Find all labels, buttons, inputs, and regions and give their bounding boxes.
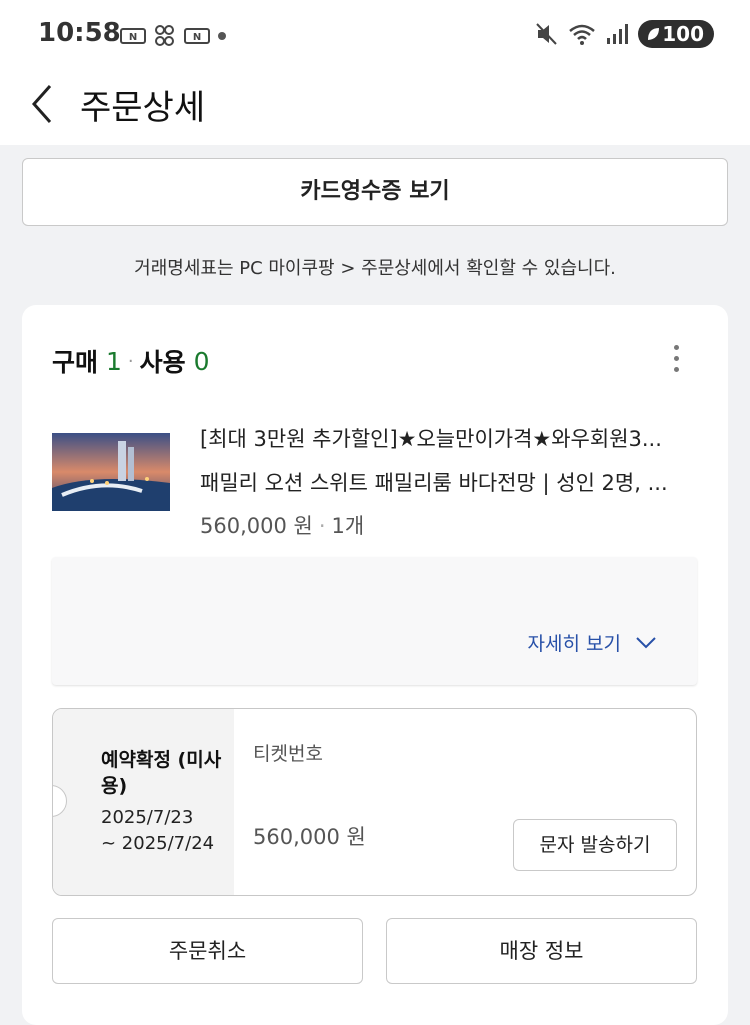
battery-icon: 100	[638, 20, 714, 48]
order-card: 구매 1 · 사용 0 [최대 3만원 추가할인]★오늘만이가격★와우회원3..…	[22, 305, 728, 1025]
status-right: 100	[536, 20, 714, 48]
leaf-icon	[648, 28, 660, 40]
separator-dot: ·	[127, 350, 134, 372]
send-sms-button[interactable]: 문자 발송하기	[513, 819, 677, 871]
statement-notice: 거래명세표는 PC 마이쿠팡 > 주문상세에서 확인할 수 있습니다.	[134, 258, 616, 279]
wifi-icon	[569, 24, 596, 45]
card-receipt-button[interactable]: 카드영수증 보기	[22, 158, 728, 226]
cancel-order-button[interactable]: 주문취소	[52, 918, 363, 984]
reservation-status: 예약확정 (미사용)	[101, 749, 222, 797]
chevron-left-icon[interactable]	[28, 82, 58, 126]
ticket-number-label: 티켓번호	[253, 743, 323, 765]
reservation-end-date: ~ 2025/7/24	[101, 833, 215, 854]
page-title: 주문상세	[80, 88, 206, 128]
product-price-row: 560,000 원 · 1개	[200, 510, 364, 540]
use-label: 사용	[139, 348, 186, 377]
use-count: 0	[193, 346, 210, 376]
page-header: 주문상세	[0, 70, 750, 145]
product-option: 패밀리 오션 스위트 패밀리룸 바다전망 | 성인 2명, ...	[200, 471, 668, 495]
product-price: 560,000 원	[200, 514, 313, 538]
product-thumbnail[interactable]	[52, 433, 170, 511]
dot-icon	[218, 32, 226, 40]
product-title[interactable]: [최대 3만원 추가할인]★오늘만이가격★와우회원3...	[200, 423, 700, 453]
ticket-card: 예약확정 (미사용) 2025/7/23 ~ 2025/7/24 티켓번호 56…	[52, 708, 697, 896]
more-options-icon[interactable]	[670, 345, 682, 377]
store-info-button[interactable]: 매장 정보	[386, 918, 697, 984]
detail-view-link[interactable]: 자세히 보기	[528, 629, 657, 656]
detail-box: 자세히 보기	[52, 557, 697, 685]
notification-icons: N N	[120, 24, 226, 48]
status-time: 10:58	[38, 18, 121, 48]
separator-dot: ·	[318, 514, 326, 538]
mute-icon	[536, 23, 557, 45]
battery-level: 100	[662, 22, 704, 46]
naver-news-icon: N	[120, 28, 146, 44]
ticket-status-panel	[53, 709, 234, 895]
order-counts: 구매 1 · 사용 0	[52, 343, 210, 379]
reservation-start-date: 2025/7/23	[101, 807, 194, 828]
status-bar: 10:58 N N 100	[0, 0, 750, 70]
signal-icon	[607, 24, 629, 44]
chevron-down-icon	[636, 636, 656, 648]
product-quantity: 1개	[331, 514, 365, 538]
ticket-price: 560,000 원	[253, 825, 366, 849]
game-icon	[155, 25, 174, 46]
detail-view-label: 자세히 보기	[527, 633, 621, 655]
naver-news-icon: N	[184, 28, 210, 44]
purchase-label: 구매	[52, 348, 99, 377]
purchase-count: 1	[106, 346, 122, 376]
